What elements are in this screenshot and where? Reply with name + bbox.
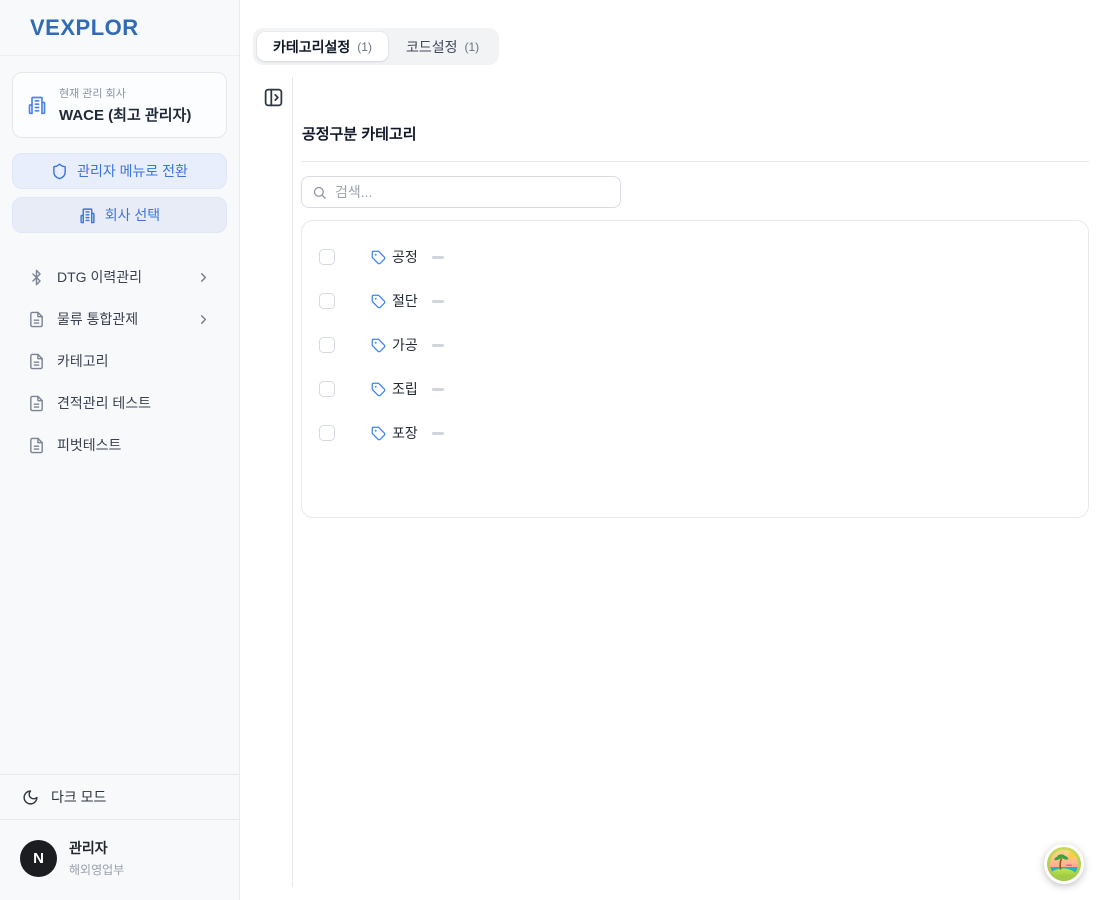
sidebar-body: 현재 관리 회사 WACE (최고 관리자) 관리자 메뉴로 전환 회사 선택 bbox=[0, 56, 239, 774]
panel-toggle-column bbox=[240, 77, 292, 900]
sidebar-item-label: 카테고리 bbox=[57, 351, 109, 371]
category-checkbox[interactable] bbox=[319, 337, 335, 353]
profile-department: 해외영업부 bbox=[69, 861, 124, 878]
tab-code-settings[interactable]: 코드설정 (1) bbox=[390, 32, 495, 61]
category-label[interactable]: 포장 bbox=[392, 423, 418, 443]
company-name: WACE (최고 관리자) bbox=[59, 104, 191, 125]
beach-island-icon bbox=[1046, 846, 1082, 882]
settings-tabbar: 카테고리설정 (1) 코드설정 (1) bbox=[253, 28, 499, 65]
admin-menu-switch-button[interactable]: 관리자 메뉴로 전환 bbox=[12, 153, 227, 189]
category-label[interactable]: 공정 bbox=[392, 247, 418, 267]
tag-icon bbox=[371, 250, 386, 265]
sidebar-item-label: DTG 이력관리 bbox=[57, 267, 142, 287]
select-company-label: 회사 선택 bbox=[105, 205, 160, 225]
search-icon bbox=[312, 185, 327, 200]
content-panel: 공정구분 카테고리 공정 bbox=[293, 77, 1100, 900]
sidebar-item-label: 견적관리 테스트 bbox=[57, 393, 151, 413]
search-input[interactable] bbox=[335, 184, 610, 200]
placeholder-dash bbox=[432, 388, 444, 391]
document-icon bbox=[28, 437, 45, 454]
tab-row: 카테고리설정 (1) 코드설정 (1) bbox=[240, 0, 1100, 65]
avatar: N bbox=[20, 840, 57, 877]
company-card-label: 현재 관리 회사 bbox=[59, 85, 191, 101]
chevron-right-icon bbox=[196, 312, 211, 327]
app-root: VEXPLOR 현재 관리 회사 WACE (최고 관리자) 관리자 메뉴로 전… bbox=[0, 0, 1100, 900]
sidebar-item-quote-test[interactable]: 견적관리 테스트 bbox=[12, 385, 227, 421]
tab-category-settings[interactable]: 카테고리설정 (1) bbox=[257, 32, 388, 61]
main-area: 카테고리설정 (1) 코드설정 (1) 공정구분 카테고리 bbox=[240, 0, 1100, 900]
list-item: 포장 bbox=[302, 411, 1088, 455]
chevron-right-icon bbox=[196, 270, 211, 285]
placeholder-dash bbox=[432, 432, 444, 435]
dark-mode-label: 다크 모드 bbox=[51, 787, 106, 807]
panel-expand-button[interactable] bbox=[262, 86, 284, 108]
bluetooth-icon bbox=[28, 269, 45, 286]
tag-icon bbox=[371, 426, 386, 441]
placeholder-dash bbox=[432, 344, 444, 347]
search-box bbox=[301, 176, 621, 208]
title-divider bbox=[301, 161, 1089, 162]
category-checkbox[interactable] bbox=[319, 293, 335, 309]
list-item: 공정 bbox=[302, 235, 1088, 279]
sidebar-header: VEXPLOR bbox=[0, 0, 239, 56]
select-company-button[interactable]: 회사 선택 bbox=[12, 197, 227, 233]
sidebar-item-dtg-history[interactable]: DTG 이력관리 bbox=[12, 259, 227, 295]
placeholder-dash bbox=[432, 256, 444, 259]
dark-mode-toggle[interactable]: 다크 모드 bbox=[0, 774, 239, 820]
category-checkbox[interactable] bbox=[319, 249, 335, 265]
sidebar-item-pivot-test[interactable]: 피벗테스트 bbox=[12, 427, 227, 463]
panel-expand-icon bbox=[263, 87, 284, 108]
admin-menu-switch-label: 관리자 메뉴로 전환 bbox=[77, 161, 188, 181]
profile-name: 관리자 bbox=[69, 838, 124, 858]
list-item: 절단 bbox=[302, 279, 1088, 323]
category-label[interactable]: 조립 bbox=[392, 379, 418, 399]
document-icon bbox=[28, 353, 45, 370]
document-icon bbox=[28, 395, 45, 412]
sidebar-footer: 다크 모드 N 관리자 해외영업부 bbox=[0, 774, 239, 900]
category-label[interactable]: 가공 bbox=[392, 335, 418, 355]
sidebar: VEXPLOR 현재 관리 회사 WACE (최고 관리자) 관리자 메뉴로 전… bbox=[0, 0, 240, 900]
list-item: 가공 bbox=[302, 323, 1088, 367]
tab-count: (1) bbox=[357, 40, 372, 54]
sidebar-item-logistics-control[interactable]: 물류 통합관제 bbox=[12, 301, 227, 337]
beach-widget-button[interactable] bbox=[1044, 844, 1084, 884]
list-item: 조립 bbox=[302, 367, 1088, 411]
building-icon bbox=[79, 207, 96, 224]
section-title: 공정구분 카테고리 bbox=[301, 123, 1089, 144]
document-icon bbox=[28, 311, 45, 328]
tab-label: 카테고리설정 bbox=[273, 37, 350, 57]
placeholder-dash bbox=[432, 300, 444, 303]
category-label[interactable]: 절단 bbox=[392, 291, 418, 311]
tag-icon bbox=[371, 382, 386, 397]
category-checkbox[interactable] bbox=[319, 425, 335, 441]
moon-icon bbox=[22, 789, 39, 806]
user-profile[interactable]: N 관리자 해외영업부 bbox=[0, 820, 239, 900]
sidebar-item-label: 물류 통합관제 bbox=[57, 309, 138, 329]
category-list-card: 공정 절단 bbox=[301, 220, 1089, 518]
sidebar-nav: DTG 이력관리 물류 통합관제 bbox=[12, 259, 227, 463]
sidebar-item-category[interactable]: 카테고리 bbox=[12, 343, 227, 379]
shield-icon bbox=[51, 163, 68, 180]
tag-icon bbox=[371, 338, 386, 353]
tab-count: (1) bbox=[464, 40, 479, 54]
sidebar-item-label: 피벗테스트 bbox=[57, 435, 121, 455]
main-body: 공정구분 카테고리 공정 bbox=[240, 77, 1100, 900]
vexplor-logo: VEXPLOR bbox=[30, 15, 139, 41]
building-icon bbox=[27, 95, 47, 115]
tab-label: 코드설정 bbox=[406, 37, 458, 57]
category-checkbox[interactable] bbox=[319, 381, 335, 397]
current-company-card: 현재 관리 회사 WACE (최고 관리자) bbox=[12, 72, 227, 138]
tag-icon bbox=[371, 294, 386, 309]
